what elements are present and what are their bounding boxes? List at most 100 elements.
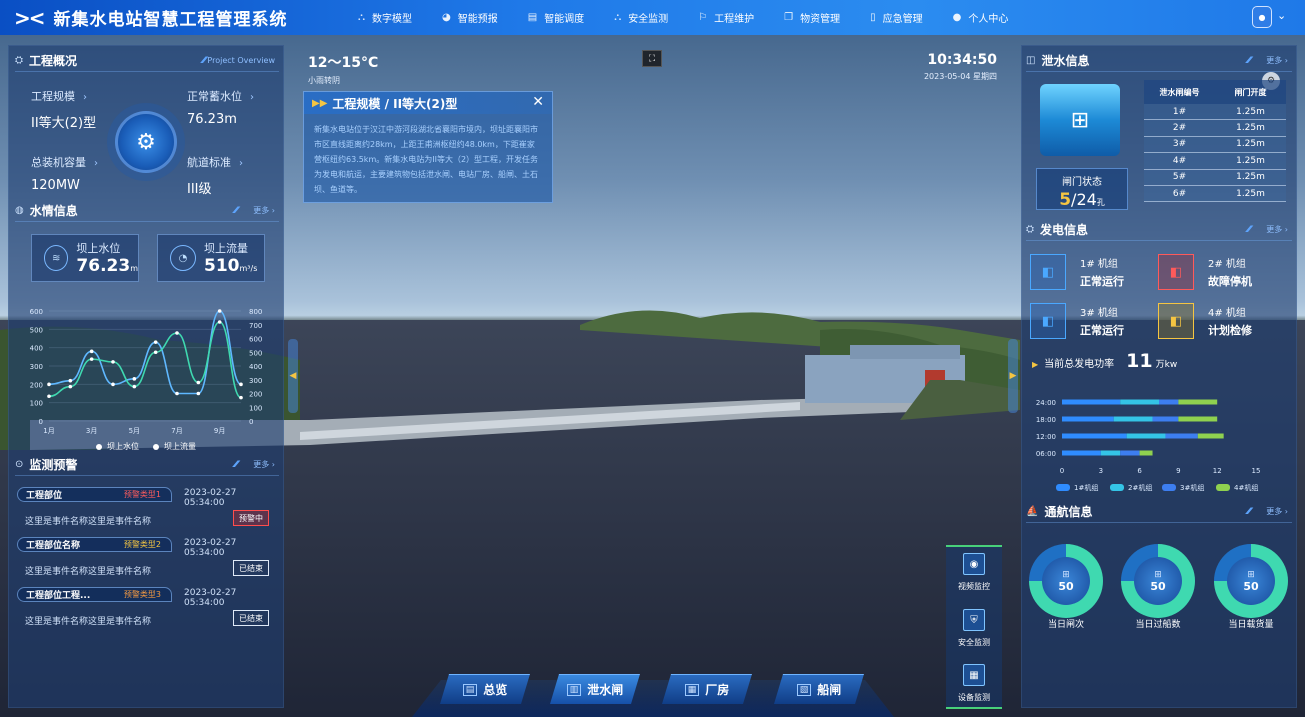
nav-safety-monitor[interactable]: ⛬ 安全监测: [614, 10, 668, 25]
legend-swatch: [1056, 484, 1070, 491]
legend-swatch: [1110, 484, 1124, 491]
alert-time: 2023-02-27 05:34:00: [184, 588, 237, 608]
fullscreen-icon[interactable]: ⛶: [642, 50, 662, 67]
model-icon: ⛬: [358, 12, 365, 23]
play-arrow-icon: ▶▶: [312, 97, 328, 109]
video-monitor-button[interactable]: ◉ 视频监控: [948, 553, 1000, 603]
alert-part: 工程部位工程...: [26, 591, 91, 601]
weather-desc: 小雨转阴: [308, 76, 340, 85]
ring-inner: ⊞ 50: [1227, 557, 1275, 605]
x-tick-label: 7月: [171, 427, 182, 435]
alert-part: 工程部位名称: [26, 541, 81, 551]
clock-date: 2023-05-04 星期四: [923, 72, 997, 81]
nav-label: 智能调度: [544, 14, 585, 25]
data-point: [153, 350, 158, 355]
bar-segment: [1178, 399, 1218, 405]
nav-smart-forecast[interactable]: ◕ 智能预报: [442, 10, 498, 25]
close-icon[interactable]: ✕: [532, 94, 544, 110]
avatar-icon[interactable]: ●: [1252, 6, 1272, 28]
alert-time: 2023-02-27 05:34:00: [184, 488, 237, 508]
logo-mark: ><: [14, 5, 45, 30]
bar-segment: [1100, 450, 1121, 456]
side-button-label: 视频监控: [958, 582, 990, 591]
nav-label: 应急管理: [882, 14, 923, 25]
legend-label: 1#机组: [1074, 483, 1098, 492]
y-left-tick-label: 200: [30, 381, 43, 389]
nav-materials[interactable]: ❐ 物资管理: [784, 10, 840, 25]
legend-label: 坝上流量: [164, 442, 196, 451]
collapse-left-button[interactable]: ◀: [288, 339, 298, 413]
user-icon: ●: [952, 12, 962, 23]
alert-status-button[interactable]: 预警中: [233, 510, 269, 526]
clock-time: 10:34:50: [927, 52, 997, 68]
bar-segment: [1178, 416, 1218, 422]
nav-header: ⛵ 通航信息 ⁄⁄⁄⁄⁄ 更多 ›: [1026, 501, 1292, 523]
popup-header: ▶▶ 工程规模 / II等大(2)型 ✕: [304, 92, 552, 114]
chevron-right-icon: ▶: [1009, 371, 1017, 381]
water-line-chart: 0 100 200 300 400 500 600 0 100 200 300 400 500 600 70…: [30, 308, 263, 435]
bar-segment: [1062, 450, 1101, 456]
system-title: 新集水电站智慧工程管理系统: [53, 10, 288, 30]
phone-icon: ▯: [870, 12, 876, 23]
ring-value: 50: [1058, 579, 1074, 593]
stripes-decor: ⁄⁄⁄⁄⁄: [1247, 506, 1250, 517]
ring-inner: ⊞ 50: [1042, 557, 1090, 605]
data-point: [239, 395, 243, 400]
chevron-left-icon: ◀: [289, 371, 297, 381]
tab-label: 泄水闸: [587, 683, 624, 697]
data-point: [132, 384, 137, 389]
alert-status-button[interactable]: 已结束: [233, 560, 269, 576]
data-point: [175, 391, 179, 396]
alert-status-button[interactable]: 已结束: [233, 610, 269, 626]
nav-maintenance[interactable]: ⚐ 工程维护: [698, 10, 754, 25]
monitor-icon: ⛬: [614, 12, 622, 23]
x-tick-label: 3月: [86, 427, 97, 435]
ship-icon: ⛵: [1026, 506, 1039, 517]
data-point: [89, 357, 94, 361]
legend-swatch: [1162, 484, 1176, 491]
tab-overview[interactable]: ▤ 总览: [440, 674, 530, 704]
tab-label: 厂房: [705, 683, 730, 697]
x-tick-label: 1月: [43, 427, 54, 435]
alert-header: ⊙ 监测预警 ⁄⁄⁄⁄⁄ 更多 ›: [15, 454, 279, 476]
safety-monitor-button[interactable]: ⛨ 安全监测: [948, 609, 1000, 659]
nav-smart-dispatch[interactable]: ▤ 智能调度: [528, 10, 584, 25]
nav-more-link[interactable]: 更多 ›: [1266, 506, 1288, 517]
ring-inner: ⊞ 50: [1134, 557, 1182, 605]
y-left-tick-label: 0: [39, 418, 43, 426]
bottom-tabs: ▤ 总览 ▥ 泄水闸 ▦ 厂房 ▧ 船闸: [412, 672, 894, 717]
top-bar: >< 新集水电站智慧工程管理系统 ⛬ 数字模型 ◕ 智能预报 ▤ 智能调度 ⛬ 安全监测…: [0, 0, 1305, 35]
data-point: [196, 391, 201, 396]
ring-gauge: ⊞ 50: [1121, 544, 1195, 618]
data-point: [89, 349, 94, 354]
tab-shiplock[interactable]: ▧ 船闸: [774, 674, 864, 704]
tab-spillway[interactable]: ▥ 泄水闸: [550, 674, 640, 704]
data-point: [111, 382, 115, 387]
tab-powerhouse[interactable]: ▦ 厂房: [662, 674, 752, 704]
legend-swatch: [1216, 484, 1230, 491]
data-point: [111, 360, 115, 364]
right-panel: ◫ 泄水信息 ⁄⁄⁄⁄⁄ 更多 › ⚙ ⊞ 闸门状态 5/24孔 泄水闸编号闸门…: [1021, 45, 1297, 708]
chevron-down-icon[interactable]: ⌄: [1277, 9, 1286, 22]
device-monitor-button[interactable]: ▦ 设备监测: [948, 664, 1000, 714]
bar-segment: [1062, 433, 1127, 439]
collapse-right-button[interactable]: ▶: [1008, 339, 1018, 413]
nav-digital-model[interactable]: ⛬ 数字模型: [358, 10, 412, 25]
nav-label: 工程维护: [714, 14, 755, 25]
alert-type: 预警类型1: [123, 490, 161, 499]
bar-segment: [1159, 399, 1179, 405]
bar-segment: [1062, 416, 1114, 422]
ring-gauge: ⊞ 50: [1029, 544, 1103, 618]
data-point: [132, 377, 137, 381]
y-right-tick-label: 800: [249, 308, 262, 316]
y-right-tick-label: 500: [249, 349, 262, 357]
overview-icon: ▤: [462, 683, 478, 696]
legend-label: 坝上水位: [107, 442, 139, 451]
nav-emergency[interactable]: ▯ 应急管理: [870, 10, 923, 25]
device-icon: ▦: [963, 664, 985, 686]
alert-more-link[interactable]: 更多 ›: [253, 459, 275, 470]
bar-segment: [1197, 433, 1224, 439]
nav-profile[interactable]: ● 个人中心: [953, 10, 1009, 25]
ring-label: 当日闸次: [1047, 620, 1084, 630]
data-point: [217, 320, 222, 324]
